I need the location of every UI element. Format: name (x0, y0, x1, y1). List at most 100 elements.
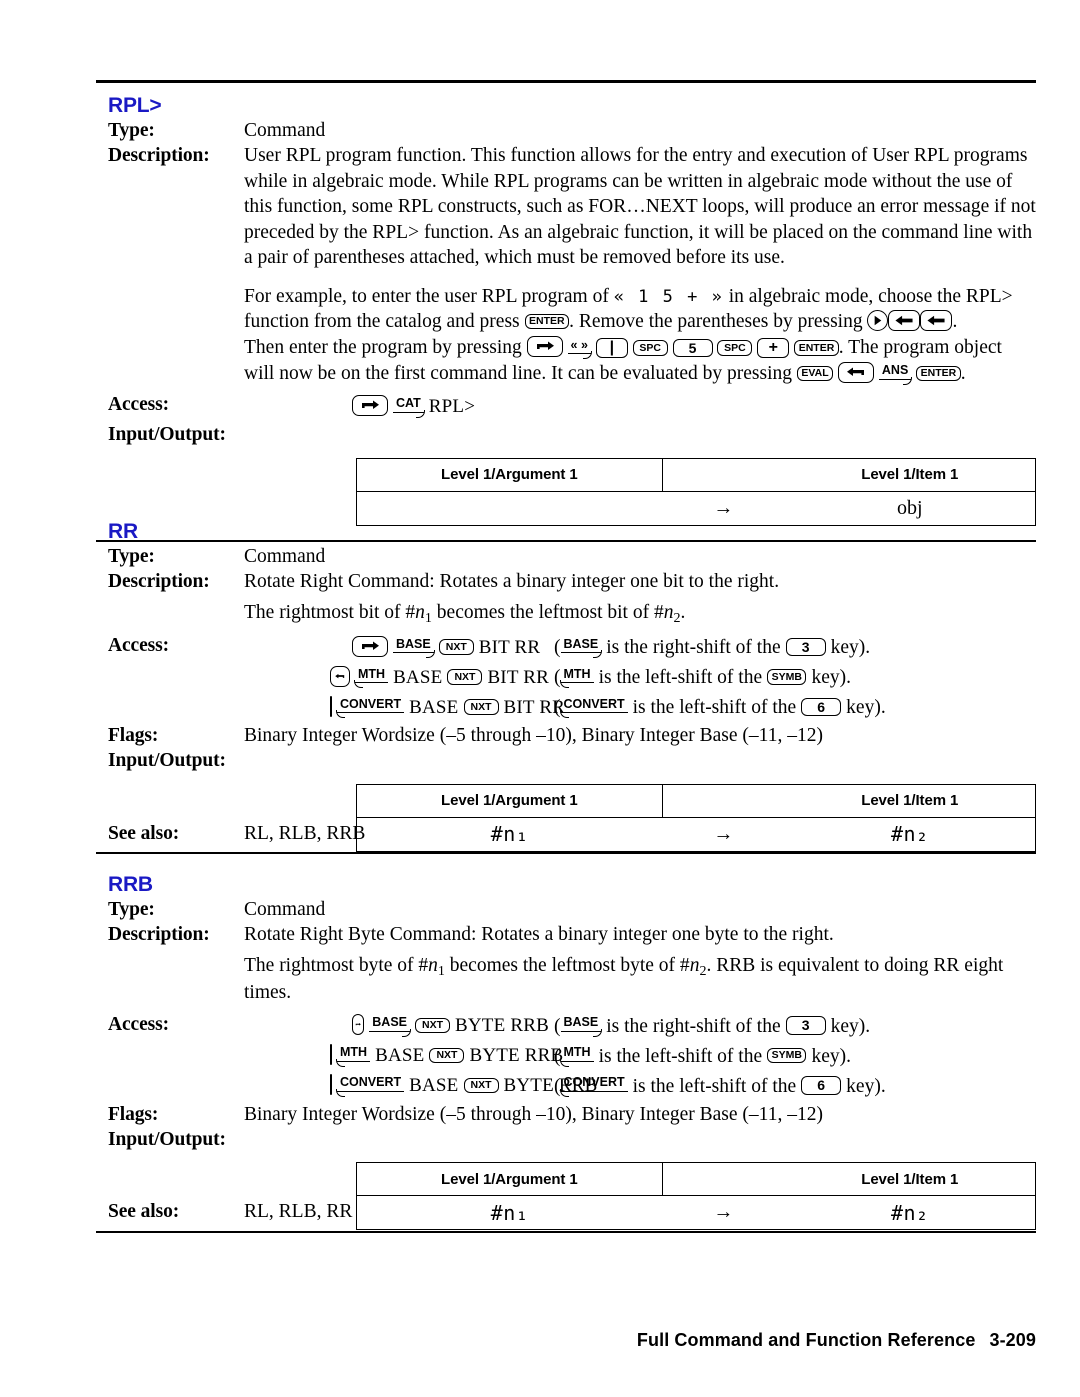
access-path-rrb-1: BYTE RRB (455, 1015, 549, 1037)
example-text-segment-1: For example, to enter the user RPL progr… (244, 285, 609, 307)
enter-key-icon-2: ENTER (794, 340, 839, 356)
io-header-argument: Level 1/Argument 1 (356, 457, 663, 492)
see-also-label: See also: (108, 822, 180, 844)
mth-menu-label-note: MTH (559, 668, 594, 689)
description-label: Description: (108, 571, 210, 593)
six-key-icon: 6 (801, 1076, 842, 1095)
section-rule-3 (96, 1230, 1036, 1233)
note-text-post: key). (811, 667, 851, 689)
access-path-rr-1: BIT RR (478, 636, 541, 658)
io-table-header-row: Level 1/Argument 1 Level 1/Item 1 (356, 457, 1036, 492)
rrb-desc2-sub1: 1 (437, 962, 445, 979)
entry-rpl: RPL> Type: Command Description: User RPL… (96, 86, 1036, 542)
description-paragraph-rrb-2: The rightmost byte of #n1 becomes the le… (244, 953, 1036, 1006)
right-arrow-circle-key-icon (867, 310, 889, 332)
io-header-item: Level 1/Item 1 (784, 1162, 1036, 1197)
nxt-key-icon: NXT (429, 1047, 465, 1064)
convert-menu-label: CONVERT (336, 1076, 405, 1097)
convert-menu-label-note: CONVERT (559, 1076, 628, 1097)
nxt-key-icon: NXT (463, 1077, 499, 1094)
right-shift-key-icon (352, 394, 388, 416)
footer-title: Full Command and Function Reference (636, 1330, 976, 1350)
access-line-rrb-3: CONVERT BASE NXT BYTE RRB (330, 1072, 597, 1102)
io-header-item: Level 1/Item 1 (784, 457, 1036, 492)
description-paragraph-rrb: Rotate Right Byte Command: Rotates a bin… (244, 924, 834, 946)
document-page: RPL> Type: Command Description: User RPL… (0, 0, 1080, 1397)
io-table-header-row: Level 1/Argument 1 Level 1/Item 1 (356, 783, 1036, 818)
type-row-rr: Type: Command (96, 544, 1036, 569)
type-row-rrb: Type: Command (96, 897, 1036, 922)
description-paragraph-rr-2: The rightmost bit of #n1 becomes the lef… (244, 600, 1036, 627)
left-shift-key-icon (330, 1044, 332, 1066)
note-text-mid: is the right-shift of the (606, 1015, 781, 1037)
note-text-post: key). (830, 637, 871, 659)
access-prepath-rrb-2: BASE (375, 1045, 425, 1067)
flags-value-rrb: Binary Integer Wordsize (–5 through –10)… (244, 1103, 823, 1125)
access-prepath-rr-3: BASE (409, 696, 459, 718)
io-table-header-row: Level 1/Argument 1 Level 1/Item 1 (356, 1162, 1036, 1197)
example-text-segment-5: Then enter the program by pressing (244, 337, 522, 359)
note-text-mid: is the left-shift of the (632, 1075, 797, 1097)
io-label-row-rr: Input/Output: (96, 748, 1036, 773)
base-menu-label-note: BASE (560, 1016, 603, 1037)
access-note-rrb-2: ( MTH is the left-shift of the SYMB key)… (554, 1042, 1036, 1072)
convert-menu-label: CONVERT (336, 698, 405, 719)
description-paragraph-rpl: User RPL program function. This function… (244, 145, 1036, 269)
symb-key-icon: SYMB (767, 669, 807, 685)
flags-label: Flags: (108, 1103, 159, 1125)
rrb-desc2-var1: n (428, 954, 438, 976)
access-line-rrb-2: MTH BASE NXT BYTE RRB (330, 1042, 563, 1072)
example-paragraph-rpl-2: Then enter the program by pressing « » |… (244, 335, 1036, 386)
left-arrow-key-icon-2 (920, 310, 953, 332)
nxt-key-icon: NXT (438, 639, 474, 655)
access-prepath-rr-2: BASE (393, 666, 443, 688)
base-menu-label: BASE (393, 638, 435, 659)
rr-desc2-var2: n (663, 601, 674, 623)
footer-page-number: 3-209 (989, 1330, 1036, 1350)
section-rule-2 (96, 852, 1036, 855)
description-label: Description: (108, 145, 210, 167)
io-header-argument: Level 1/Argument 1 (356, 783, 663, 818)
nxt-key-icon: NXT (463, 699, 499, 715)
io-table-rpl: Level 1/Argument 1 Level 1/Item 1 → obj (356, 457, 1036, 526)
io-header-item: Level 1/Item 1 (784, 783, 1036, 818)
rrb-desc2-mid: becomes the leftmost byte of # (444, 954, 690, 976)
see-also-row-rrb: See also: RL, RLB, RR (96, 1199, 1036, 1224)
access-line-rpl-1: CAT RPL> (352, 392, 1036, 422)
top-rule (96, 80, 1036, 83)
access-row-rr: Access: BASE NXT BIT RR MTH BASE NXT BIT… (96, 633, 1036, 723)
nxt-key-icon: NXT (415, 1017, 451, 1034)
note-text-post: key). (811, 1045, 851, 1067)
description-label: Description: (108, 924, 210, 946)
six-key-icon: 6 (801, 697, 842, 717)
entry-rr: RR Type: Command Description: Rotate Rig… (96, 519, 1036, 855)
mth-menu-label-note: MTH (559, 1046, 594, 1067)
access-line-rr-2: MTH BASE NXT BIT RR (330, 663, 554, 693)
see-also-label: See also: (108, 1201, 180, 1223)
access-label: Access: (108, 1013, 170, 1035)
program-delimiter-menu-label: « » (567, 338, 592, 360)
note-text-mid: is the left-shift of the (632, 697, 797, 719)
access-note-rrb-1: ( BASE is the right-shift of the 3 key). (554, 1012, 1036, 1042)
rr-desc2-var1: n (415, 601, 425, 623)
access-note-rr-2: ( MTH is the left-shift of the SYMB key)… (554, 663, 1036, 693)
rr-desc2-mid: becomes the leftmost bit of # (431, 601, 664, 623)
flags-row-rrb: Flags: Binary Integer Wordsize (–5 throu… (96, 1102, 1036, 1127)
input-output-label: Input/Output: (108, 750, 226, 772)
description-row-rrb: Description: Rotate Right Byte Command: … (96, 922, 1036, 1005)
right-shift-key-icon (352, 1014, 365, 1036)
rrb-desc2-var2: n (689, 954, 700, 976)
rr-desc2-pre: The rightmost bit of # (244, 601, 416, 623)
note-text-post: key). (846, 1075, 886, 1097)
program-object-literal: « 1 5 + » (613, 286, 724, 307)
type-value-rpl: Command (244, 120, 326, 142)
cat-menu-label: CAT (393, 397, 425, 418)
type-label: Type: (108, 120, 155, 142)
note-text-post: key). (846, 697, 886, 719)
three-key-icon: 3 (785, 637, 826, 657)
io-header-argument: Level 1/Argument 1 (356, 1162, 663, 1197)
access-prepath-rrb-3: BASE (409, 1075, 459, 1097)
page-footer: Full Command and Function Reference 3-209 (0, 1330, 1036, 1351)
command-heading-rrb: RRB (108, 873, 153, 896)
access-path-rpl: RPL> (428, 395, 476, 417)
